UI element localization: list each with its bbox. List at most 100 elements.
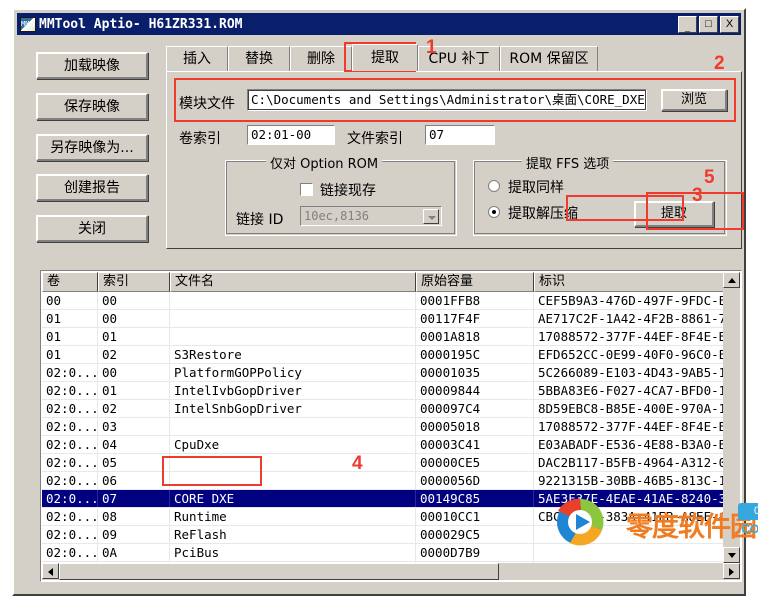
horizontal-scrollbar[interactable] bbox=[42, 563, 740, 580]
cell-volume: 00 bbox=[42, 292, 98, 309]
cell-size: 00009844 bbox=[416, 382, 534, 399]
link-id-label: 链接 ID bbox=[236, 212, 284, 228]
file-index-value: 07 bbox=[425, 125, 495, 145]
table-row[interactable]: 02:0... 07 CORE DXE 00149C85 5AE3F37E-4EAE-4… bbox=[42, 490, 740, 508]
cell-guid: 17088572-377F-44EF-8F4E-B09FFF bbox=[534, 418, 726, 435]
cell-volume: 02:0... bbox=[42, 526, 98, 543]
modules-list[interactable]: 卷索引 文件名 原始容量 标识 00 00 0001FFB8 CEF5B9A3-476D-4… bbox=[40, 270, 742, 582]
table-row[interactable]: 01 02 S3Restore 0000195C EFD652CC-0E99-40F0-… bbox=[42, 346, 740, 364]
cell-index: 00 bbox=[98, 364, 170, 381]
table-row[interactable]: 02:0... 02 IntelSnbGopDriver 000097C4 8D59EB… bbox=[42, 400, 740, 418]
cell-filename: PlatformGOPPolicy bbox=[170, 364, 416, 381]
cell-filename: ReFlash bbox=[170, 526, 416, 543]
cell-guid: CBC59C4A-383A-41EB-A8EE-4498AF bbox=[534, 508, 726, 525]
cell-size: 0001A818 bbox=[416, 328, 534, 345]
cell-volume: 02:0... bbox=[42, 472, 98, 489]
cell-size: 0000195C bbox=[416, 346, 534, 363]
cell-size: 00000CE5 bbox=[416, 454, 534, 471]
create-report-button[interactable]: 创建报告 bbox=[36, 174, 148, 201]
table-row[interactable]: 0101 0001A81817088572-377F-44EF-8F4E-B09F… bbox=[42, 328, 740, 346]
browse-button[interactable]: 浏览 bbox=[661, 89, 727, 111]
cell-volume: 01 bbox=[42, 310, 98, 327]
column-header-filename[interactable]: 文件名 bbox=[170, 272, 416, 292]
cell-size: 0000056D bbox=[416, 472, 534, 489]
cell-guid: CEF5B9A3-476D-497F-9FDC-E98143 bbox=[534, 292, 726, 309]
column-header-guid[interactable]: 标识 bbox=[534, 272, 726, 292]
table-row[interactable]: 02:0... 04 CpuDxe 00003C41 E03ABADF-E536-4E8… bbox=[42, 436, 740, 454]
link-existing-checkbox[interactable] bbox=[300, 183, 313, 196]
tab-strip: 插入 替换 删除 提取 CPU 补丁 ROM 保留区 bbox=[166, 44, 598, 72]
file-index-label: 文件索引 bbox=[347, 131, 403, 147]
table-row[interactable]: 02:0... 08 Runtime 00010CC1 CBC59C4A-383A-41… bbox=[42, 508, 740, 526]
column-header-index[interactable]: 索引 bbox=[98, 272, 170, 292]
cell-guid: DAC2B117-B5FB-4964-A312-0DCC77 bbox=[534, 454, 726, 471]
cell-volume: 02:0... bbox=[42, 382, 98, 399]
cell-filename bbox=[170, 292, 416, 309]
minimize-button[interactable]: _ bbox=[678, 15, 697, 33]
scroll-right-icon[interactable] bbox=[723, 563, 740, 579]
tab-replace[interactable]: 替换 bbox=[228, 46, 290, 71]
extract-button[interactable]: 提取 bbox=[634, 201, 714, 227]
cell-volume: 01 bbox=[42, 328, 98, 345]
option-rom-group: 仅对 Option ROM 链接现存 链接 ID 10ec,8136 bbox=[225, 153, 457, 236]
save-image-button[interactable]: 保存映像 bbox=[36, 93, 148, 120]
horizontal-scroll-thumb[interactable] bbox=[59, 563, 499, 580]
cell-guid: 5C266089-E103-4D43-9AB5-12D709 bbox=[534, 364, 726, 381]
column-header-size[interactable]: 原始容量 bbox=[416, 272, 534, 292]
scroll-down-icon[interactable] bbox=[723, 547, 740, 563]
tab-cpu-patch[interactable]: CPU 补丁 bbox=[418, 46, 500, 71]
cell-filename bbox=[170, 454, 416, 471]
cell-index: 08 bbox=[98, 508, 170, 525]
close-button[interactable]: 关闭 bbox=[36, 215, 148, 242]
table-header-row: 卷索引 文件名 原始容量 标识 bbox=[42, 272, 740, 292]
cell-index: 02 bbox=[98, 346, 170, 363]
cell-guid: 8D59EBC8-B85E-400E-970A-1F995D bbox=[534, 400, 726, 417]
cell-index: 02 bbox=[98, 400, 170, 417]
maximize-button[interactable]: □ bbox=[699, 15, 718, 33]
volume-index-label: 卷索引 bbox=[179, 131, 221, 147]
table-row[interactable]: 02:0... 03 00005018 17088572-377F-44EF-8F4E… bbox=[42, 418, 740, 436]
scroll-left-icon[interactable] bbox=[42, 563, 59, 579]
cell-filename: CORE DXE bbox=[170, 490, 416, 507]
ffs-options-group-title: 提取 FFS 选项 bbox=[522, 153, 614, 172]
vertical-scrollbar[interactable] bbox=[723, 272, 740, 563]
cell-volume: 02:0... bbox=[42, 364, 98, 381]
close-window-button[interactable]: X bbox=[720, 15, 739, 33]
tab-insert[interactable]: 插入 bbox=[166, 46, 228, 71]
table-row[interactable]: 02:0... 0A PciBus 0000D7B9 bbox=[42, 544, 740, 562]
tab-rom-hole[interactable]: ROM 保留区 bbox=[500, 46, 598, 71]
table-row[interactable]: 02:0... 00 PlatformGOPPolicy 00001035 5C2660… bbox=[42, 364, 740, 382]
table-row[interactable]: 02:0... 09 ReFlash 000029C5 bbox=[42, 526, 740, 544]
extract-tab-page: 模块文件 C:\Documents and Settings\Administr… bbox=[166, 71, 742, 249]
cell-guid: 5BBA83E6-F027-4CA7-BFD0-163580 bbox=[534, 382, 726, 399]
cell-size: 0000D7B9 bbox=[416, 544, 534, 561]
link-id-combobox[interactable]: 10ec,8136 bbox=[300, 206, 442, 226]
table-row[interactable]: 02:0... 06 0000056D 9221315B-30BB-46B5-813C… bbox=[42, 472, 740, 490]
ffs-options-group: 提取 FFS 选项 提取同样 提取解压缩 提取 bbox=[473, 153, 727, 236]
chevron-down-icon[interactable] bbox=[423, 209, 439, 224]
cell-size: 000029C5 bbox=[416, 526, 534, 543]
scroll-up-icon[interactable] bbox=[723, 272, 740, 288]
cell-filename: IntelIvbGopDriver bbox=[170, 382, 416, 399]
table-row[interactable]: 0000 0001FFB8CEF5B9A3-476D-497F-9FDC-E981… bbox=[42, 292, 740, 310]
load-image-button[interactable]: 加载映像 bbox=[36, 52, 148, 79]
tab-delete[interactable]: 删除 bbox=[290, 46, 352, 71]
ffs-extract-same-radio[interactable] bbox=[488, 180, 500, 192]
table-body: 00000001FFB8CEF5B9A3-476D-497F-9FDC-E981… bbox=[42, 292, 740, 580]
table-row[interactable]: 0100 00117F4FAE717C2F-1A42-4F2B-8861-78B7… bbox=[42, 310, 740, 328]
ffs-extract-same-label: 提取同样 bbox=[508, 180, 564, 196]
table-row[interactable]: 02:0... 01 IntelIvbGopDriver 00009844 5BBA83… bbox=[42, 382, 740, 400]
cell-size: 00003C41 bbox=[416, 436, 534, 453]
save-image-as-button[interactable]: 另存映像为... bbox=[36, 134, 148, 161]
cell-index: 00 bbox=[98, 310, 170, 327]
module-file-input[interactable]: C:\Documents and Settings\Administrator\… bbox=[247, 89, 647, 111]
cell-volume: 02:0... bbox=[42, 508, 98, 525]
cell-guid: 9221315B-30BB-46B5-813C-1B1BF4 bbox=[534, 472, 726, 489]
cell-guid bbox=[534, 526, 726, 543]
cell-volume: 02:0... bbox=[42, 418, 98, 435]
ffs-extract-decompressed-radio[interactable] bbox=[488, 206, 500, 218]
table-row[interactable]: 02:0... 05 00000CE5 DAC2B117-B5FB-4964-A312… bbox=[42, 454, 740, 472]
column-header-volume[interactable]: 卷 bbox=[42, 272, 98, 292]
tab-extract[interactable]: 提取 bbox=[352, 44, 418, 71]
cell-size: 00010CC1 bbox=[416, 508, 534, 525]
